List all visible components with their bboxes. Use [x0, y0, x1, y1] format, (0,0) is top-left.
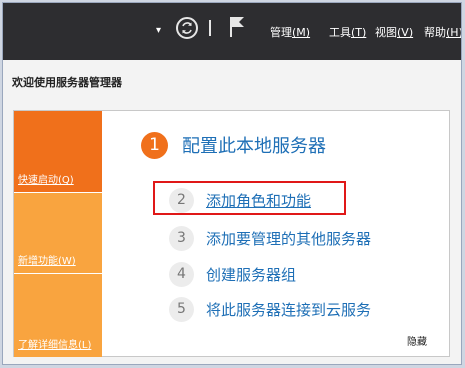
server-manager-window: ▾ 管理(M) 工具(T) 视图(V) 帮助(H) 欢迎使用服务器管理器 快速启…	[2, 2, 462, 365]
tab-learn-more[interactable]: 了解详细信息(L)	[14, 273, 102, 357]
step-number: 3	[169, 226, 194, 251]
menu-help[interactable]: 帮助(H)	[424, 24, 461, 40]
refresh-icon[interactable]	[176, 17, 198, 39]
menu-view[interactable]: 视图(V)	[375, 24, 413, 40]
toolbar: ▾ 管理(M) 工具(T) 视图(V) 帮助(H)	[3, 3, 461, 60]
add-servers-link[interactable]: 添加要管理的其他服务器	[206, 228, 371, 249]
dropdown-arrow-icon[interactable]: ▾	[156, 25, 161, 36]
menu-manage[interactable]: 管理(M)	[270, 24, 310, 40]
tab-quick-start[interactable]: 快速启动(Q)	[14, 111, 102, 192]
step-number: 4	[169, 262, 194, 287]
toolbar-separator	[209, 20, 211, 36]
step-1-badge: 1	[141, 132, 168, 159]
create-server-group-link[interactable]: 创建服务器组	[206, 264, 296, 285]
highlight-box	[153, 181, 346, 215]
welcome-heading: 欢迎使用服务器管理器	[12, 76, 122, 89]
notifications-flag-icon[interactable]	[229, 16, 245, 42]
menu-tools[interactable]: 工具(T)	[329, 24, 366, 40]
configure-local-server-link[interactable]: 配置此本地服务器	[182, 132, 326, 158]
connect-cloud-link[interactable]: 将此服务器连接到云服务	[206, 299, 371, 320]
hide-link[interactable]: 隐藏	[407, 333, 427, 348]
welcome-panel: 快速启动(Q) 新增功能(W) 了解详细信息(L) 1 配置此本地服务器 2 添…	[13, 110, 450, 357]
step-number: 5	[169, 297, 194, 322]
tab-whats-new[interactable]: 新增功能(W)	[14, 192, 102, 273]
